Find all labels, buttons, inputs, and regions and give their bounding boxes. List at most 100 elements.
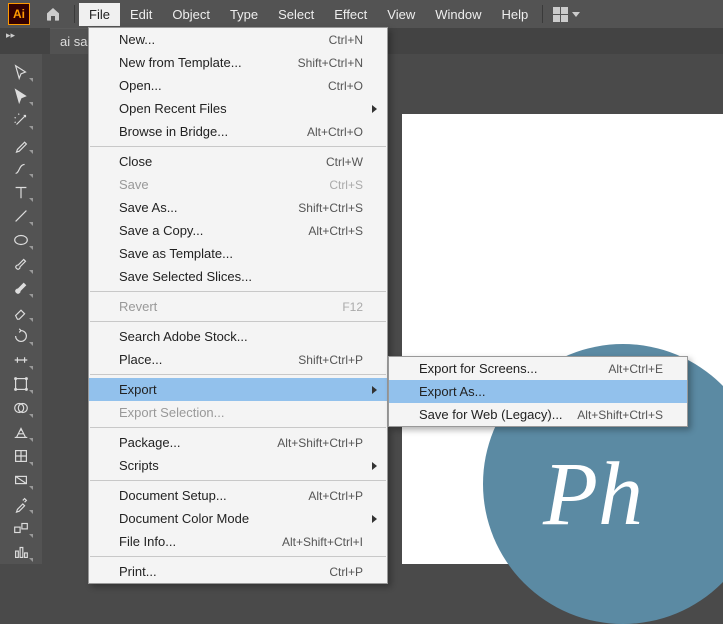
menu-object[interactable]: Object: [162, 3, 220, 26]
file-menu-item: SaveCtrl+S: [89, 173, 387, 196]
file-menu-item[interactable]: CloseCtrl+W: [89, 150, 387, 173]
file-menu-item[interactable]: Save as Template...: [89, 242, 387, 265]
magic-wand-tool[interactable]: [8, 109, 34, 131]
export-menu-item[interactable]: Export for Screens...Alt+Ctrl+E: [389, 357, 687, 380]
file-menu-item[interactable]: Open...Ctrl+O: [89, 74, 387, 97]
eraser-tool[interactable]: [8, 301, 34, 323]
menu-item-label: Browse in Bridge...: [119, 124, 307, 139]
menu-help[interactable]: Help: [491, 3, 538, 26]
width-tool[interactable]: [8, 349, 34, 371]
file-menu-item[interactable]: Package...Alt+Shift+Ctrl+P: [89, 431, 387, 454]
selection-tool[interactable]: [8, 61, 34, 83]
export-menu-item[interactable]: Export As...: [389, 380, 687, 403]
menu-item-label: Print...: [119, 564, 329, 579]
menu-item-label: Open...: [119, 78, 328, 93]
file-menu-dropdown: New...Ctrl+NNew from Template...Shift+Ct…: [88, 27, 388, 584]
rotate-tool[interactable]: [8, 325, 34, 347]
menu-item-label: Export: [119, 382, 363, 397]
file-menu-item[interactable]: Place...Shift+Ctrl+P: [89, 348, 387, 371]
menu-item-label: Save for Web (Legacy)...: [419, 407, 577, 422]
shape-builder-tool[interactable]: [8, 397, 34, 419]
menu-effect[interactable]: Effect: [324, 3, 377, 26]
workspace-switcher[interactable]: [553, 7, 580, 22]
menu-separator: [90, 374, 386, 375]
menu-select[interactable]: Select: [268, 3, 324, 26]
menu-item-shortcut: Shift+Ctrl+N: [298, 56, 363, 70]
file-menu-item: Export Selection...: [89, 401, 387, 424]
menu-item-label: Document Setup...: [119, 488, 308, 503]
menu-view[interactable]: View: [377, 3, 425, 26]
submenu-arrow-icon: [372, 386, 377, 394]
paintbrush-tool[interactable]: [8, 253, 34, 275]
menu-item-label: Revert: [119, 299, 342, 314]
gradient-tool[interactable]: [8, 469, 34, 491]
mesh-tool[interactable]: [8, 445, 34, 467]
menu-item-label: Save a Copy...: [119, 223, 308, 238]
menu-item-shortcut: Alt+Ctrl+E: [608, 362, 663, 376]
menu-item-shortcut: F12: [342, 300, 363, 314]
type-tool[interactable]: [8, 181, 34, 203]
file-menu-item[interactable]: Document Setup...Alt+Ctrl+P: [89, 484, 387, 507]
menu-item-shortcut: Shift+Ctrl+P: [298, 353, 363, 367]
menu-item-label: Save Selected Slices...: [119, 269, 363, 284]
file-menu-item[interactable]: Scripts: [89, 454, 387, 477]
menu-item-shortcut: Ctrl+N: [329, 33, 363, 47]
menu-item-label: Document Color Mode: [119, 511, 363, 526]
menu-item-shortcut: Ctrl+W: [326, 155, 363, 169]
submenu-arrow-icon: [372, 515, 377, 523]
file-menu-item[interactable]: Browse in Bridge...Alt+Ctrl+O: [89, 120, 387, 143]
file-menu-item[interactable]: Search Adobe Stock...: [89, 325, 387, 348]
curvature-tool[interactable]: [8, 157, 34, 179]
menu-item-label: Export Selection...: [119, 405, 363, 420]
file-menu-item[interactable]: Print...Ctrl+P: [89, 560, 387, 583]
artboard[interactable]: Ph: [402, 114, 723, 564]
file-menu-item[interactable]: Save As...Shift+Ctrl+S: [89, 196, 387, 219]
line-tool[interactable]: [8, 205, 34, 227]
menu-item-shortcut: Alt+Shift+Ctrl+S: [577, 408, 663, 422]
menu-window[interactable]: Window: [425, 3, 491, 26]
file-menu-item[interactable]: Save Selected Slices...: [89, 265, 387, 288]
top-bar: Ai FileEditObjectTypeSelectEffectViewWin…: [0, 0, 723, 28]
workspace-grid-icon: [553, 7, 568, 22]
menu-separator: [90, 146, 386, 147]
pen-tool[interactable]: [8, 133, 34, 155]
menu-file[interactable]: File: [79, 3, 120, 26]
menu-item-label: Close: [119, 154, 326, 169]
file-menu-item[interactable]: Open Recent Files: [89, 97, 387, 120]
file-menu-item[interactable]: Save a Copy...Alt+Ctrl+S: [89, 219, 387, 242]
file-menu-item[interactable]: New from Template...Shift+Ctrl+N: [89, 51, 387, 74]
chevron-down-icon: [572, 12, 580, 17]
blob-brush-tool[interactable]: [8, 277, 34, 299]
eyedropper-tool[interactable]: [8, 493, 34, 515]
file-menu-item[interactable]: File Info...Alt+Shift+Ctrl+I: [89, 530, 387, 553]
perspective-grid-tool[interactable]: [8, 421, 34, 443]
tool-panel: [0, 54, 42, 564]
menu-item-shortcut: Alt+Shift+Ctrl+P: [277, 436, 363, 450]
export-menu-item[interactable]: Save for Web (Legacy)...Alt+Shift+Ctrl+S: [389, 403, 687, 426]
menu-separator: [90, 427, 386, 428]
menu-separator: [90, 291, 386, 292]
app-icon[interactable]: Ai: [8, 3, 30, 25]
menu-item-shortcut: Alt+Ctrl+O: [307, 125, 363, 139]
menu-item-shortcut: Alt+Ctrl+P: [308, 489, 363, 503]
file-menu-item[interactable]: New...Ctrl+N: [89, 28, 387, 51]
menu-edit[interactable]: Edit: [120, 3, 162, 26]
menu-item-label: Scripts: [119, 458, 363, 473]
direct-selection-tool[interactable]: [8, 85, 34, 107]
free-transform-tool[interactable]: [8, 373, 34, 395]
separator: [542, 5, 543, 23]
file-menu-item[interactable]: Export: [89, 378, 387, 401]
submenu-arrow-icon: [372, 462, 377, 470]
home-icon[interactable]: [42, 3, 64, 25]
panel-toggle-icon[interactable]: ▸▸: [6, 30, 15, 41]
file-menu-item[interactable]: Document Color Mode: [89, 507, 387, 530]
menu-item-label: File Info...: [119, 534, 282, 549]
menu-type[interactable]: Type: [220, 3, 268, 26]
menu-item-label: New...: [119, 32, 329, 47]
menu-item-label: Save: [119, 177, 329, 192]
ellipse-tool[interactable]: [8, 229, 34, 251]
menu-item-shortcut: Ctrl+P: [329, 565, 363, 579]
column-graph-tool[interactable]: [8, 541, 34, 563]
blend-tool[interactable]: [8, 517, 34, 539]
menu-item-shortcut: Alt+Ctrl+S: [308, 224, 363, 238]
